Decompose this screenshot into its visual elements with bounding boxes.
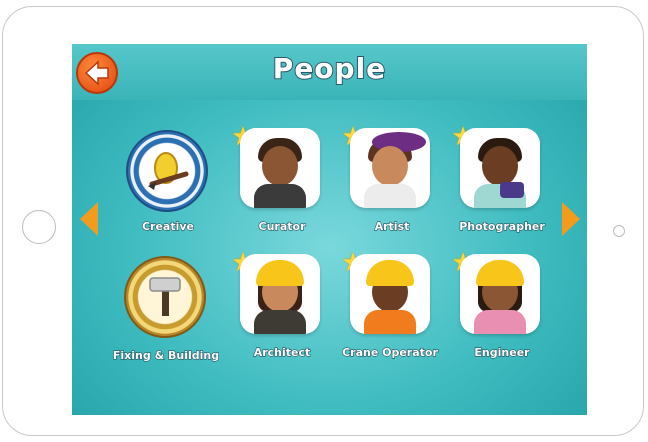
previous-page-arrow[interactable] [80,202,98,236]
next-page-arrow[interactable] [562,202,580,236]
app-screen: People Creative Fixing & Building ★ C [72,44,587,415]
engineer-avatar-icon [460,254,540,334]
paintbrush-icon [126,130,208,212]
person-label: Artist [374,219,410,233]
category-creative[interactable]: Creative [124,130,214,240]
person-architect[interactable]: ★ Architect [230,250,330,374]
page-title: People [272,51,387,86]
artist-avatar-icon [350,128,430,208]
person-artist[interactable]: ★ Artist [340,124,440,236]
person-label: Architect [253,345,311,359]
crane-operator-avatar-icon [350,254,430,334]
curator-avatar-icon [240,128,320,208]
person-photographer[interactable]: ★ Photographer [450,124,550,236]
camera-icon [613,225,625,237]
category-label: Fixing & Building [112,348,220,362]
home-button[interactable] [22,210,56,244]
person-label: Engineer [474,345,530,359]
person-label: Photographer [459,219,546,233]
person-crane-operator[interactable]: ★ Crane Operator [340,250,440,374]
hammer-icon [124,256,206,338]
photographer-avatar-icon [460,128,540,208]
architect-avatar-icon [240,254,320,334]
person-curator[interactable]: ★ Curator [230,124,330,236]
person-label: Crane Operator [341,345,438,359]
person-label: Curator [258,219,306,233]
header-bar: People [72,44,587,100]
category-label: Creative [141,219,195,233]
person-engineer[interactable]: ★ Engineer [450,250,550,374]
category-fixing-building[interactable]: Fixing & Building [112,256,220,366]
